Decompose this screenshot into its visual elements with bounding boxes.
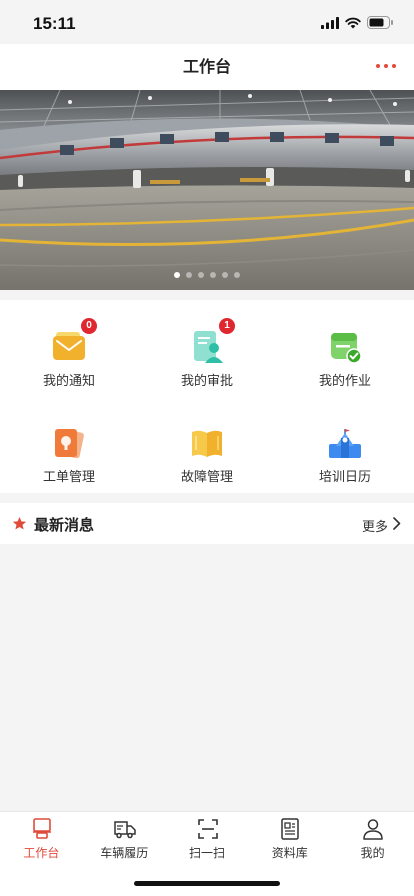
grid-item-label: 我的作业 [318,374,371,389]
battery-icon [367,16,393,29]
grid-item-label: 工单管理 [42,470,95,485]
fault-book-icon [192,430,222,457]
approval-icon [194,331,223,363]
newspaper-icon [281,818,300,840]
tab-vehicle-history[interactable]: 车辆履历 [83,812,166,863]
cellular-signal-icon [321,16,339,29]
status-time: 15:11 [33,14,76,33]
status-bar: 15:11 [0,0,414,44]
grid-item-my-tasks[interactable]: 我的作业 [276,300,414,396]
carousel-dot[interactable] [234,272,240,278]
more-dot [376,64,380,68]
function-grid: 0 我的通知 1 我的审批 我的作业 工单管理 故障管理 培训日历 [0,300,414,493]
more-dot [392,64,396,68]
more-link[interactable]: 更多 [362,516,388,535]
latest-news-header: 最新消息 更多 [0,503,414,544]
tab-label: 车辆履历 [100,846,149,860]
more-menu-button[interactable] [376,64,396,68]
carousel-dot[interactable] [198,272,204,278]
tab-label: 资料库 [271,846,308,860]
chevron-right-icon[interactable] [393,517,401,530]
star-icon [12,516,27,530]
carousel-dot[interactable] [210,272,216,278]
tab-label: 工作台 [23,846,60,860]
grid-item-label: 我的审批 [180,374,233,389]
user-icon [363,819,383,840]
page-title: 工作台 [182,57,231,76]
tab-label: 我的 [360,846,385,860]
home-indicator-area [0,862,414,896]
grid-item-my-notifications[interactable]: 0 我的通知 [0,300,138,396]
workbench-icon [33,818,51,839]
mail-icon [53,332,85,360]
grid-item-label: 培训日历 [318,470,371,485]
carousel-dot[interactable] [222,272,228,278]
tab-label: 扫一扫 [188,846,225,860]
training-building-icon [329,429,361,458]
carousel-indicator [0,272,414,278]
nav-bar: 工作台 [0,44,414,90]
more-dot [384,64,388,68]
task-icon [331,333,362,364]
banner-train-depot-image [0,90,414,290]
carousel-dot[interactable] [174,272,180,278]
grid-item-label: 故障管理 [180,470,233,485]
grid-item-label: 我的通知 [42,374,95,389]
carousel-dot[interactable] [186,272,192,278]
approval-badge: 1 [219,318,235,334]
grid-item-training-calendar[interactable]: 培训日历 [276,396,414,492]
home-indicator[interactable] [134,881,280,886]
work-order-icon [55,429,84,459]
notification-badge: 0 [81,318,97,334]
tab-library[interactable]: 资料库 [248,812,331,863]
banner-carousel[interactable] [0,90,414,290]
tab-workbench[interactable]: 工作台 [0,812,83,863]
tab-mine[interactable]: 我的 [331,812,414,863]
bottom-tab-bar: 工作台 车辆履历 扫一扫 资料库 我的 [0,811,414,863]
status-icons [321,16,394,29]
scan-icon [197,819,218,839]
wifi-icon [345,17,361,28]
tab-scan[interactable]: 扫一扫 [166,812,249,863]
grid-item-work-orders[interactable]: 工单管理 [0,396,138,492]
grid-item-my-approvals[interactable]: 1 我的审批 [138,300,276,396]
section-title: 最新消息 [34,516,95,534]
truck-icon [114,821,136,839]
grid-item-fault-management[interactable]: 故障管理 [138,396,276,492]
